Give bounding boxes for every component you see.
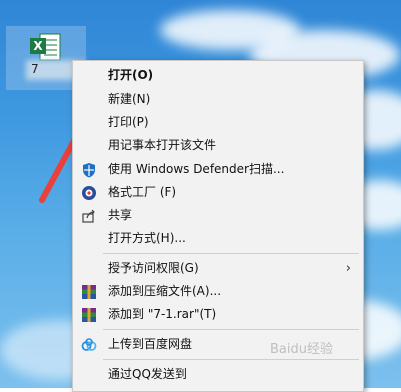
menu-item-label: 打印(P) bbox=[108, 115, 149, 129]
menu-item-send-via-qq[interactable]: 通过QQ发送到 bbox=[73, 363, 363, 386]
menu-item-label: 新建(N) bbox=[108, 92, 151, 106]
menu-item-open-with-notepad[interactable]: 用记事本打开该文件 bbox=[73, 134, 363, 157]
menu-item-add-to-archive[interactable]: 添加到压缩文件(A)... bbox=[73, 280, 363, 303]
winrar-icon bbox=[82, 308, 96, 322]
menu-item-add-to-rar[interactable]: 添加到 "7-1.rar"(T) bbox=[73, 303, 363, 326]
menu-item-windows-defender-scan[interactable]: 使用 Windows Defender扫描... bbox=[73, 158, 363, 181]
menu-item-open[interactable]: 打开(O) bbox=[73, 64, 363, 87]
menu-item-print[interactable]: 打印(P) bbox=[73, 111, 363, 134]
menu-item-label: 用记事本打开该文件 bbox=[108, 138, 217, 152]
menu-item-label: 添加到压缩文件(A)... bbox=[108, 284, 222, 298]
menu-item-label: 上传到百度网盘 bbox=[108, 337, 193, 351]
menu-item-format-factory[interactable]: 格式工厂 (F) bbox=[73, 181, 363, 204]
menu-item-share[interactable]: 共享 bbox=[73, 204, 363, 227]
format-factory-icon bbox=[82, 186, 96, 200]
baidu-netdisk-icon bbox=[81, 338, 97, 351]
chevron-right-icon: › bbox=[345, 261, 351, 276]
watermark: Baidu经验 bbox=[270, 342, 333, 357]
menu-item-grant-access[interactable]: 授予访问权限(G) › bbox=[73, 257, 363, 280]
menu-item-open-with[interactable]: 打开方式(H)... bbox=[73, 227, 363, 250]
menu-item-new[interactable]: 新建(N) bbox=[73, 88, 363, 111]
menu-separator bbox=[103, 359, 359, 360]
menu-item-label: 添加到 "7-1.rar"(T) bbox=[108, 307, 217, 321]
winrar-icon bbox=[82, 285, 96, 299]
menu-item-label: 授予访问权限(G) bbox=[108, 261, 199, 275]
menu-item-label: 格式工厂 (F) bbox=[108, 185, 177, 199]
menu-item-label: 通过QQ发送到 bbox=[108, 367, 187, 381]
windows-defender-shield-icon bbox=[83, 163, 95, 178]
menu-item-label: 使用 Windows Defender扫描... bbox=[108, 162, 285, 176]
menu-item-label: 打开(O) bbox=[108, 68, 154, 82]
share-icon bbox=[82, 209, 95, 223]
menu-separator bbox=[103, 253, 359, 254]
menu-item-label: 打开方式(H)... bbox=[108, 231, 186, 245]
menu-item-label: 共享 bbox=[108, 208, 133, 222]
menu-separator bbox=[103, 329, 359, 330]
